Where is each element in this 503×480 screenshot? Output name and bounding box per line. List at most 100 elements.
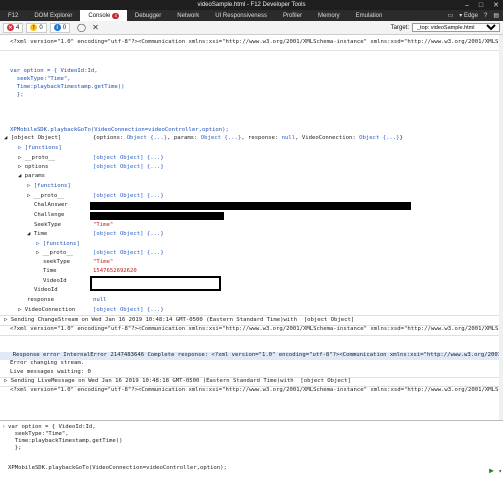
warning-icon: !	[30, 24, 38, 31]
tab-f12: F12	[8, 12, 19, 19]
tool-tab-bar: F12 DOM Explorer Console 4 Debugger Netw…	[0, 10, 503, 21]
proto-value[interactable]: [object Object] {...}	[93, 250, 503, 258]
input-line: seekType:"Time",	[8, 431, 69, 437]
property-key: VideoId	[34, 287, 58, 293]
divider	[0, 335, 503, 336]
property-value: 1547652692620	[93, 268, 137, 274]
undock-icon[interactable]: ▤	[493, 12, 499, 19]
tab-network[interactable]: Network	[169, 10, 207, 21]
close-window-icon[interactable]: ✕	[493, 1, 499, 9]
summary-text: , response:	[241, 135, 282, 141]
summary-text: }	[399, 135, 403, 141]
warnings-filter[interactable]: ! 0	[26, 22, 47, 33]
summary-text: , VideoConnection:	[295, 135, 360, 141]
sending-log-line[interactable]: ▷ Sending ChangeStream on Wed Jan 16 201…	[4, 317, 503, 325]
tab-memory-label: Memory	[317, 12, 340, 19]
browser-mode-dropdown[interactable]: ▾ Edge	[459, 12, 478, 19]
tab-dom-explorer-label: DOM Explorer	[34, 12, 73, 19]
redaction-box	[90, 202, 411, 210]
window-controls: – □ ✕	[465, 0, 499, 10]
tab-profiler-label: Profiler	[282, 12, 302, 19]
tab-ui-responsiveness-label: UI Responsiveness	[215, 12, 267, 19]
xml-response-line: <?xml version="1.0" encoding="utf-8"?><C…	[10, 326, 502, 332]
log-line: Error changing stream.	[10, 360, 85, 366]
help-icon[interactable]: ?	[484, 13, 487, 19]
tab-debugger[interactable]: Debugger	[127, 10, 169, 21]
params-toggle[interactable]: ◢ params	[18, 173, 503, 181]
console-scrollbar[interactable]	[499, 35, 503, 420]
code-line: XPMobileSDK.playbackGoTo(VideoConnection…	[10, 127, 229, 133]
input-line: };	[8, 445, 22, 451]
input-line: XPMobileSDK.playbackGoTo(VideoConnection…	[8, 465, 227, 471]
tab-dom-explorer[interactable]: DOM Explorer	[26, 10, 80, 21]
tab-ui-responsiveness[interactable]: UI Responsiveness	[207, 10, 275, 21]
messages-filter[interactable]: i 0	[49, 22, 71, 33]
tab-console-label: Console	[88, 12, 111, 19]
code-line: var option = { VideoId:Id,	[10, 68, 98, 74]
maximize-icon[interactable]: □	[479, 2, 483, 9]
chevron-down-icon[interactable]: ▾	[498, 468, 502, 475]
property-value: "Time"	[93, 222, 114, 228]
clear-console-icon[interactable]: ✕	[90, 22, 101, 33]
tab-bar-right: ▭ ▾ Edge ? ▤	[448, 10, 499, 21]
redaction-box	[90, 212, 224, 220]
errors-count: 4	[16, 24, 20, 31]
console-error-badge: 4	[112, 12, 119, 19]
property-value: null	[93, 297, 107, 303]
sending-log-line[interactable]: ▷ Sending LiveMessage on Wed Jan 16 2019…	[4, 378, 503, 386]
divider	[0, 315, 503, 316]
options-value[interactable]: [object Object] {...}	[93, 164, 503, 172]
tab-emulation-label: Emulation	[355, 12, 383, 19]
code-line: Time:playbackTimestamp.getTime()	[10, 84, 125, 90]
input-line: var option = { VideoId:Id,	[8, 424, 96, 430]
tab-console[interactable]: Console 4	[80, 10, 127, 21]
videoconnection-value[interactable]: [object Object] {...}	[93, 307, 503, 315]
errors-filter[interactable]: ✕ 4	[3, 22, 24, 33]
console-input[interactable]: › var option = { VideoId:Id, seekType:"T…	[0, 420, 503, 480]
target-selector: Target: _top: videoSample.html	[391, 23, 500, 32]
tab-debugger-label: Debugger	[134, 12, 162, 19]
console-toolbar: ✕ 4 ! 0 i 0 ◯ ✕ Target: _top: videoSampl…	[0, 21, 503, 35]
browser-mode-label: Edge	[463, 13, 478, 19]
summary-link[interactable]: Object {...}	[201, 135, 241, 141]
minimize-icon[interactable]: –	[465, 2, 469, 9]
proto-value[interactable]: [object Object] {...}	[93, 193, 503, 201]
prompt-chevron-icon: ›	[2, 424, 6, 430]
log-line: Live messages waiting: 0	[10, 369, 91, 375]
summary-text: , params:	[167, 135, 201, 141]
filter-icon[interactable]: ◯	[76, 22, 87, 33]
tab-network-label: Network	[177, 12, 200, 19]
functions-toggle[interactable]: ▷ [functions]	[27, 183, 503, 191]
summary-link[interactable]: Object {...}	[359, 135, 399, 141]
code-line: seekType:"Time",	[10, 76, 71, 82]
xml-response-line: <?xml version="1.0" encoding="utf-8"?><C…	[10, 387, 502, 393]
time-value[interactable]: [object Object] {...}	[93, 231, 503, 239]
console-output: <?xml version="1.0" encoding="utf-8"?><C…	[0, 35, 503, 420]
summary-text: {options:	[93, 135, 127, 141]
proto-value[interactable]: [object Object] {...}	[93, 155, 503, 163]
code-line: };	[10, 92, 24, 98]
run-icon[interactable]: ▶	[489, 466, 494, 475]
summary-link[interactable]: Object {...}	[127, 135, 167, 141]
property-value: "Time"	[93, 259, 114, 265]
target-label: Target:	[390, 24, 409, 31]
tab-memory[interactable]: Memory	[310, 10, 348, 21]
warnings-count: 0	[39, 24, 43, 31]
summary-null: null	[281, 135, 296, 141]
target-select[interactable]: _top: videoSample.html	[412, 23, 500, 32]
tab-emulation[interactable]: Emulation	[348, 10, 391, 21]
tab-profiler[interactable]: Profiler	[275, 10, 310, 21]
monitor-icon[interactable]: ▭	[448, 12, 454, 19]
title-bar: videoSample.html - F12 Developer Tools –…	[0, 0, 503, 10]
input-line: Time:playbackTimestamp.getTime()	[8, 438, 123, 444]
divider	[0, 50, 503, 51]
functions-toggle[interactable]: ▷ [functions]	[18, 145, 503, 153]
error-icon: ✕	[7, 24, 14, 31]
window-title: videoSample.html - F12 Developer Tools	[197, 2, 306, 8]
object-root-summary: {options: Object {...}, params: Object {…	[93, 135, 493, 143]
messages-count: 0	[62, 24, 67, 31]
info-icon: i	[53, 24, 61, 31]
error-log-line: Response error InternalError 2147483646 …	[0, 352, 503, 360]
xml-response-line: <?xml version="1.0" encoding="utf-8"?><C…	[10, 39, 502, 45]
functions-toggle[interactable]: ▷ [functions]	[36, 241, 503, 249]
